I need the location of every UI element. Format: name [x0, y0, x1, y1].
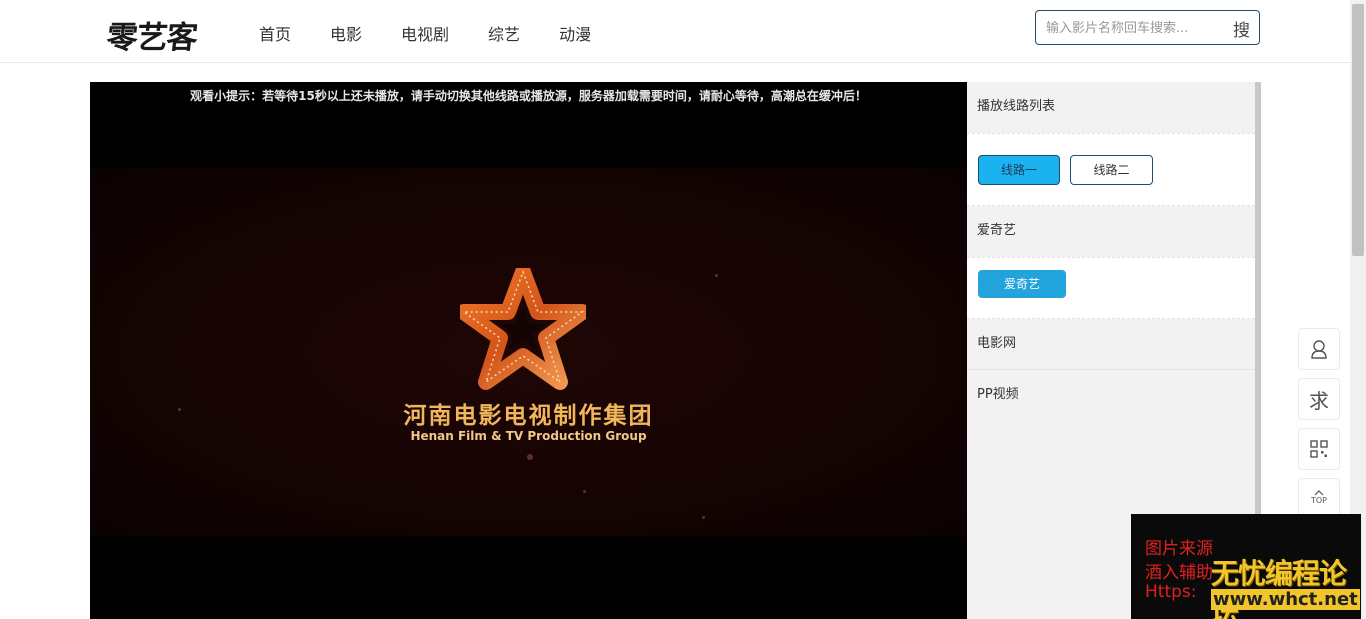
- search-input[interactable]: [1046, 19, 1226, 37]
- source-m1905-title[interactable]: 电影网: [967, 319, 1255, 370]
- line-1-button[interactable]: 线路一: [978, 155, 1060, 185]
- watermark-line-1: 图片来源: [1145, 539, 1213, 559]
- dust-particle: [527, 454, 533, 460]
- scrollbar-thumb[interactable]: [1352, 4, 1364, 256]
- nav-tv-series[interactable]: 电视剧: [401, 21, 449, 45]
- iqiyi-source-button[interactable]: 爱奇艺: [978, 270, 1066, 298]
- top-label: TOP: [1310, 495, 1327, 505]
- watermark-line-2: 酒入辅助: [1145, 563, 1213, 583]
- dust-particle: [715, 274, 718, 277]
- studio-name-en: Henan Film & TV Production Group: [410, 429, 647, 443]
- dust-particle: [702, 516, 705, 519]
- watermark-line-3: Https:: [1145, 582, 1197, 602]
- source-iqiyi-title[interactable]: 爱奇艺: [967, 206, 1255, 257]
- nav-anime[interactable]: 动漫: [559, 21, 591, 45]
- qrcode-icon: [1310, 440, 1328, 458]
- nav-variety[interactable]: 综艺: [488, 21, 520, 45]
- watermark-overlay: 图片来源 酒入辅助 Https: 无忧编程论坛 www.whct.net: [1131, 514, 1361, 619]
- main-nav: 首页 电影 电视剧 综艺 动漫: [259, 21, 630, 45]
- site-logo[interactable]: 零艺客: [105, 12, 200, 57]
- source-iqiyi-list: 爱奇艺: [967, 257, 1255, 319]
- nav-home[interactable]: 首页: [259, 21, 291, 45]
- studio-star-logo: [460, 268, 586, 390]
- studio-name-cn: 河南电影电视制作集团: [403, 403, 654, 429]
- line-list: 线路一 线路二: [967, 133, 1255, 206]
- video-frame[interactable]: 河南电影电视制作集团 Henan Film & TV Production Gr…: [90, 168, 967, 536]
- line-list-title: 播放线路列表: [967, 82, 1255, 133]
- line-2-button[interactable]: 线路二: [1070, 155, 1153, 185]
- video-player[interactable]: 观看小提示：若等待15秒以上还未播放，请手动切换其他线路或播放源，服务器加载需要…: [90, 82, 967, 619]
- back-to-top-button[interactable]: TOP: [1298, 478, 1340, 516]
- user-icon: [1311, 340, 1327, 359]
- search-button[interactable]: 搜: [1233, 16, 1250, 41]
- site-header: 零艺客 首页 电影 电视剧 综艺 动漫 搜: [0, 0, 1350, 63]
- qrcode-button[interactable]: [1298, 428, 1340, 470]
- source-pptv-title[interactable]: PP视频: [967, 370, 1255, 421]
- search-box: 搜: [1035, 10, 1260, 45]
- nav-movies[interactable]: 电影: [330, 21, 362, 45]
- viewing-tip: 观看小提示：若等待15秒以上还未播放，请手动切换其他线路或播放源，服务器加载需要…: [190, 89, 867, 103]
- watermark-url: www.whct.net: [1211, 589, 1360, 610]
- dust-particle: [583, 490, 586, 493]
- user-button[interactable]: [1298, 328, 1340, 370]
- request-button[interactable]: 求: [1298, 378, 1340, 420]
